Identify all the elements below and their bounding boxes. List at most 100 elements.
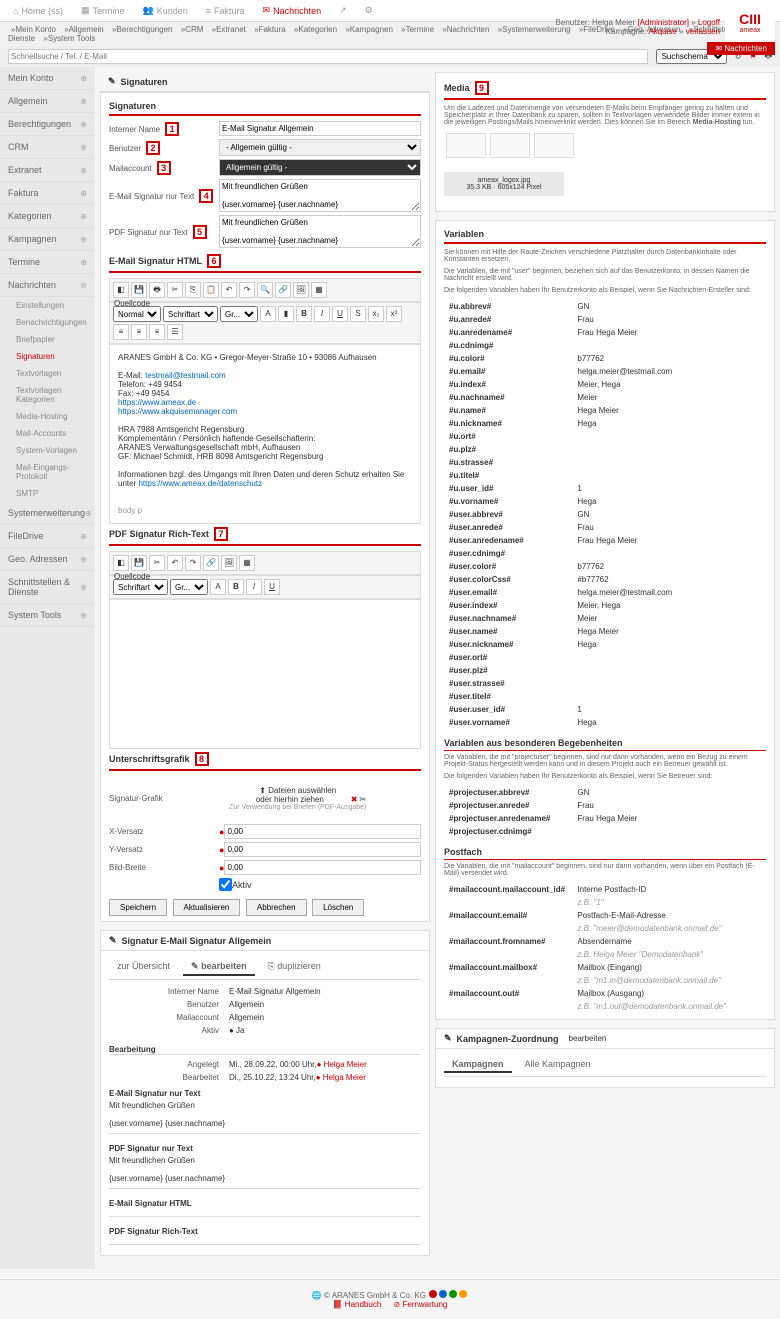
handbuch-link[interactable]: 📕 Handbuch [333,1300,382,1309]
rte-underline-icon-2[interactable]: U [264,579,280,595]
sidebar-item-systemerweiterung[interactable]: Systemerweiterung⊕ [0,502,95,525]
rte-list-icon[interactable]: ☰ [167,324,183,340]
rte-find-icon[interactable]: 🔍 [257,282,273,298]
rte-underline-icon[interactable]: U [332,306,348,322]
kampagnen-edit[interactable]: bearbeiten [569,1034,607,1043]
sidebar-item-meinkonto[interactable]: Mein Konto⊕ [0,67,95,90]
tab-extra1[interactable]: ↗ [331,2,355,19]
kampagnen-tab-1[interactable]: Kampagnen [444,1057,512,1073]
media-thumb[interactable] [446,133,486,158]
sidebar-sub-benachrichtigungen[interactable]: Benachrichtigungen [0,314,95,331]
sidebar-item-extranet[interactable]: Extranet⊕ [0,159,95,182]
rte-image-icon-2[interactable]: 🖼 [221,555,237,571]
rte-center-icon[interactable]: ≡ [131,324,147,340]
rte-source-btn-2[interactable]: ◧ Quellcode [113,555,129,571]
input-y[interactable] [224,842,421,857]
rte-bold-icon[interactable]: B [296,306,312,322]
rte-cut-icon-2[interactable]: ✂ [149,555,165,571]
sidebar-sub-signaturen[interactable]: Signaturen [0,348,95,365]
select-benutzer[interactable]: - Allgemein gültig - [219,139,421,156]
select-mailaccount[interactable]: Allgemein gültig - [219,159,421,176]
bc-1[interactable]: »Allgemein [64,25,104,34]
sidebar-item-kategorien[interactable]: Kategorien⊕ [0,205,95,228]
rte-save-icon-2[interactable]: 💾 [131,555,147,571]
bc-2[interactable]: »Berechtigungen [112,25,173,34]
sidebar-sub-textvorlagen[interactable]: Textvorlagen [0,365,95,382]
sidebar-sub-textvorlagen-kat[interactable]: Textvorlagen Kategorien [0,382,95,408]
textarea-pdftext[interactable]: Mit freundlichen Grüßen {user.vorname} {… [219,215,421,248]
rte-paste-icon[interactable]: 📋 [203,282,219,298]
textarea-textonly[interactable]: Mit freundlichen Grüßen {user.vorname} {… [219,179,421,212]
sidebar-item-kampagnen[interactable]: Kampagnen⊕ [0,228,95,251]
tab-termine[interactable]: ▦Termine [73,2,133,19]
rte-color-icon-2[interactable]: A [210,579,226,595]
sidebar-item-systemtools[interactable]: System Tools⊕ [0,604,95,627]
sidebar-sub-media[interactable]: Media-Hosting [0,408,95,425]
rte-italic-icon-2[interactable]: I [246,579,262,595]
rte-left-icon[interactable]: ≡ [113,324,129,340]
bc-3[interactable]: »CRM [181,25,204,34]
tab-kunden[interactable]: 👥Kunden [134,2,195,19]
sidebar-sub-mailaccounts[interactable]: Mail-Accounts [0,425,95,442]
rte-undo-icon-2[interactable]: ↶ [167,555,183,571]
sidebar-sub-smtp[interactable]: SMTP [0,485,95,502]
media-file[interactable]: ameax_logox.jpg 35.3 KB · 605x124 Pixel [444,172,564,196]
tab-nachrichten[interactable]: ✉Nachrichten [255,2,330,19]
rte-source-btn[interactable]: ◧ Quellcode [113,282,129,298]
rte-link-icon[interactable]: 🔗 [275,282,291,298]
input-x[interactable] [224,824,421,839]
delete-icon[interactable]: ✖ [351,795,358,804]
campaign-leave[interactable]: verlassen [686,27,720,36]
rte-bgcolor-icon[interactable]: ▮ [278,306,294,322]
logoff-link[interactable]: Logoff [698,18,720,27]
tab-home[interactable]: ⌂Home (ss) [5,2,71,19]
kampagnen-tab-2[interactable]: Alle Kampagnen [517,1057,599,1073]
sidebar-sub-protokoll[interactable]: Mail-Eingangs-Protokoll [0,459,95,485]
sidebar-item-schnittstellen[interactable]: Schnittstellen & Dienste⊕ [0,571,95,604]
detail-tab-overview[interactable]: zur Übersicht [109,959,178,976]
rte-print-icon[interactable]: 🖶 [149,282,165,298]
media-thumb[interactable] [534,133,574,158]
rte-html-content[interactable]: ARANES GmbH & Co. KG • Gregor-Meyer-Stra… [109,344,421,524]
tab-extra2[interactable]: ⚙ [357,2,381,19]
sidebar-sub-briefpapier[interactable]: Briefpapier [0,331,95,348]
media-thumb[interactable] [490,133,530,158]
sidebar-item-crm[interactable]: CRM⊕ [0,136,95,159]
rte-rtf-content[interactable] [109,599,421,749]
sidebar-sub-einstellungen[interactable]: Einstellungen [0,297,95,314]
rte-font-select[interactable]: Schriftart [163,306,218,322]
sidebar-item-allgemein[interactable]: Allgemein⊕ [0,90,95,113]
rte-redo-icon-2[interactable]: ↷ [185,555,201,571]
rte-italic-icon[interactable]: I [314,306,330,322]
sidebar-item-nachrichten[interactable]: Nachrichten⊖ [0,274,95,297]
bc-8[interactable]: »Termine [401,25,434,34]
checkbox-aktiv[interactable] [219,878,232,891]
sidebar-item-filedrive[interactable]: FileDrive⊕ [0,525,95,548]
bc-9[interactable]: »Nachrichten [442,25,489,34]
rte-strike-icon[interactable]: S [350,306,366,322]
detail-tab-duplicate[interactable]: ⎘ duplizieren [260,959,329,976]
rte-redo-icon[interactable]: ↷ [239,282,255,298]
quicksearch-input[interactable] [8,49,648,64]
rte-format-select[interactable]: Normal [113,306,161,322]
bc-0[interactable]: »Mein Konto [11,25,56,34]
bc-4[interactable]: »Extranet [212,25,246,34]
rte-table-icon[interactable]: ▦ [311,282,327,298]
input-intname[interactable] [219,121,421,136]
nachrichten-button[interactable]: ✉ Nachrichten [707,42,775,55]
cancel-button[interactable]: Abbrechen [246,899,307,916]
rte-right-icon[interactable]: ≡ [149,324,165,340]
upload-area[interactable]: ⬆ Dateien auswählen oder hierhin ziehen … [219,776,376,821]
rte-sup-icon[interactable]: x² [386,306,402,322]
rte-size-select[interactable]: Gr... [220,306,258,322]
sidebar-item-faktura[interactable]: Faktura⊕ [0,182,95,205]
crop-icon[interactable]: ✂ [360,795,367,804]
rte-copy-icon[interactable]: ⎘ [185,282,201,298]
sidebar-item-geo[interactable]: Geo. Adressen⊕ [0,548,95,571]
sidebar-item-termine[interactable]: Termine⊕ [0,251,95,274]
rte-table-icon-2[interactable]: ▦ [239,555,255,571]
rte-image-icon[interactable]: 🖼 [293,282,309,298]
input-breite[interactable] [224,860,421,875]
bc-7[interactable]: »Kampagnen [345,25,393,34]
save-button[interactable]: Speichern [109,899,167,916]
